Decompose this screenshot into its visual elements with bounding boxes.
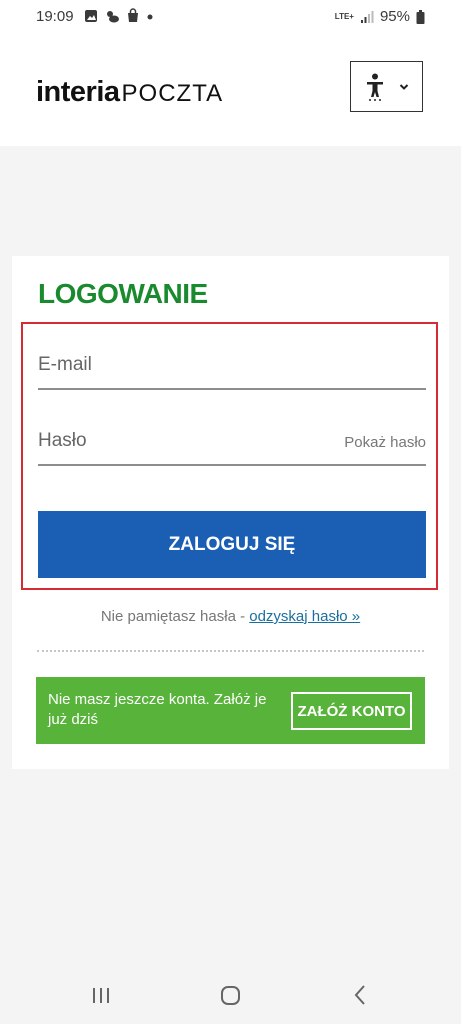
login-form: E-mail Hasło Pokaż hasło ZALOGUJ SIĘ [21, 322, 438, 590]
email-field[interactable]: E-mail [38, 330, 426, 390]
battery-icon [416, 9, 425, 24]
notification-icons [84, 8, 154, 23]
interia-poczta-logo[interactable]: interia POCZTA [36, 76, 223, 109]
password-placeholder: Hasło [38, 430, 87, 451]
status-bar: 19:09 LTE+ 95% [0, 0, 461, 34]
show-password-toggle[interactable]: Pokaż hasło [344, 434, 426, 451]
system-nav-bar [0, 970, 461, 1024]
dot-icon [147, 14, 153, 19]
register-button[interactable]: ZAŁÓŻ KONTO [291, 692, 412, 730]
recent-apps-icon[interactable] [91, 982, 111, 1008]
forgot-password-text: Nie pamiętasz hasła - [100, 608, 250, 625]
gallery-icon [85, 9, 97, 22]
register-message: Nie masz jeszcze konta. Załóż je już dzi… [48, 691, 267, 728]
login-title: LOGOWANIE [38, 278, 208, 309]
accessibility-icon [366, 73, 383, 101]
app-header: interia POCZTA [0, 34, 461, 146]
weather-icon [107, 10, 119, 22]
chevron-down-icon [399, 83, 408, 90]
signal-icon [360, 10, 374, 23]
back-icon[interactable] [352, 982, 368, 1008]
register-banner: Nie masz jeszcze konta. Załóż je już dzi… [36, 677, 425, 744]
recover-password-link[interactable]: odzyskaj hasło » [249, 608, 360, 625]
logo-brand: interia [36, 76, 120, 108]
dotted-divider [37, 650, 424, 652]
forgot-password: Nie pamiętasz hasła - odzyskaj hasło » [12, 608, 449, 625]
email-placeholder: E-mail [38, 354, 92, 375]
system-status: LTE+ 95% [335, 8, 425, 25]
shopping-bag-icon [128, 8, 138, 22]
login-card: LOGOWANIE E-mail Hasło Pokaż hasło ZALOG… [12, 256, 449, 769]
home-icon[interactable] [220, 982, 242, 1008]
login-button[interactable]: ZALOGUJ SIĘ [38, 511, 426, 578]
password-field[interactable]: Hasło Pokaż hasło [38, 406, 426, 466]
network-type: LTE+ [334, 11, 354, 21]
battery-percent: 95% [379, 8, 410, 25]
accessibility-button[interactable] [350, 61, 423, 112]
status-time: 19:09 [36, 8, 74, 25]
logo-product: POCZTA [121, 80, 224, 107]
